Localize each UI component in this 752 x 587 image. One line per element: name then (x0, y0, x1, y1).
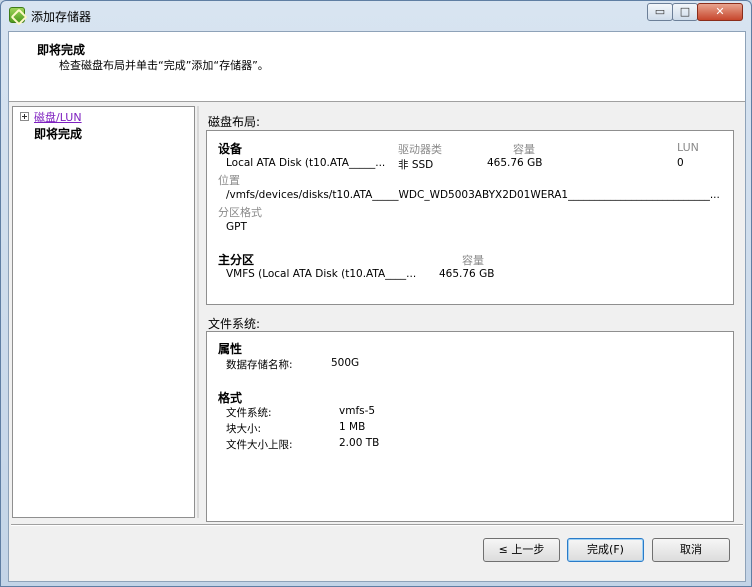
close-icon: ✕ (715, 5, 725, 18)
max-file-size-value: 2.00 TB (339, 437, 380, 449)
file-system-pane: 属性 数据存储名称: 500G 格式 文件系统: vmfs-5 块大小: 1 M… (206, 331, 734, 522)
title-bar[interactable]: 添加存储器 ▭ □ ✕ (1, 1, 751, 31)
finish-button[interactable]: 完成(F) (567, 538, 644, 562)
footer-divider (11, 524, 743, 526)
header-subtitle: 检查磁盘布局并单击“完成”添加“存储器”。 (59, 59, 269, 72)
format-heading: 格式 (218, 391, 243, 405)
fs-type-label: 文件系统: (226, 407, 272, 419)
datastore-name-value: 500G (331, 357, 360, 369)
block-size-value: 1 MB (339, 421, 366, 433)
lun-value: 0 (677, 157, 684, 169)
drive-type-value: 非 SSD (398, 159, 434, 171)
expand-icon[interactable] (20, 112, 29, 121)
storage-wizard-icon (9, 7, 25, 23)
device-name: Local ATA Disk (t10.ATA_____... (226, 157, 386, 169)
disk-layout-label: 磁盘布局: (208, 115, 261, 129)
nav-item-ready-to-complete[interactable]: 即将完成 (34, 125, 82, 142)
fs-type-value: vmfs-5 (339, 405, 376, 417)
max-file-size-label: 文件大小上限: (226, 439, 293, 451)
device-heading: 设备 (218, 142, 243, 156)
capacity-value: 465.76 GB (487, 157, 543, 169)
partition-capacity: 465.76 GB (439, 268, 495, 280)
partition-name: VMFS (Local ATA Disk (t10.ATA____... (226, 268, 417, 280)
maximize-icon: □ (679, 5, 691, 18)
wizard-steps-nav: 磁盘/LUN 即将完成 (12, 106, 195, 518)
wizard-window: 添加存储器 ▭ □ ✕ 即将完成 检查磁盘布局并单击“完成”添加“存储器”。 磁… (0, 0, 752, 587)
pane-splitter[interactable] (197, 106, 199, 518)
close-button[interactable]: ✕ (697, 3, 743, 21)
location-label: 位置 (218, 174, 240, 187)
wizard-client-area: 即将完成 检查磁盘布局并单击“完成”添加“存储器”。 磁盘/LUN 即将完成 磁… (8, 31, 746, 582)
lun-header: LUN (677, 141, 699, 154)
location-value: /vmfs/devices/disks/t10.ATA_____WDC_WD50… (226, 189, 720, 201)
file-system-label: 文件系统: (208, 317, 261, 331)
datastore-name-label: 数据存储名称: (226, 359, 293, 371)
primary-capacity-header: 容量 (462, 254, 484, 267)
minimize-button[interactable]: ▭ (647, 3, 673, 21)
properties-heading: 属性 (218, 342, 243, 356)
cancel-button[interactable]: 取消 (652, 538, 730, 562)
block-size-label: 块大小: (226, 423, 262, 435)
wizard-header: 即将完成 检查磁盘布局并单击“完成”添加“存储器”。 (9, 32, 745, 102)
primary-partition-heading: 主分区 (218, 253, 255, 267)
capacity-header: 容量 (513, 143, 535, 156)
partition-format-label: 分区格式 (218, 206, 262, 219)
partition-format-value: GPT (226, 221, 247, 233)
nav-item-disk-lun[interactable]: 磁盘/LUN (34, 109, 82, 125)
drive-type-header: 驱动器类 (398, 143, 442, 156)
maximize-button[interactable]: □ (672, 3, 698, 21)
minimize-icon: ▭ (654, 5, 666, 18)
back-button[interactable]: ≤ 上一步 (483, 538, 560, 562)
header-title: 即将完成 (37, 43, 86, 57)
disk-layout-pane: 设备 驱动器类 容量 LUN Local ATA Disk (t10.ATA__… (206, 130, 734, 305)
window-title: 添加存储器 (31, 10, 92, 24)
